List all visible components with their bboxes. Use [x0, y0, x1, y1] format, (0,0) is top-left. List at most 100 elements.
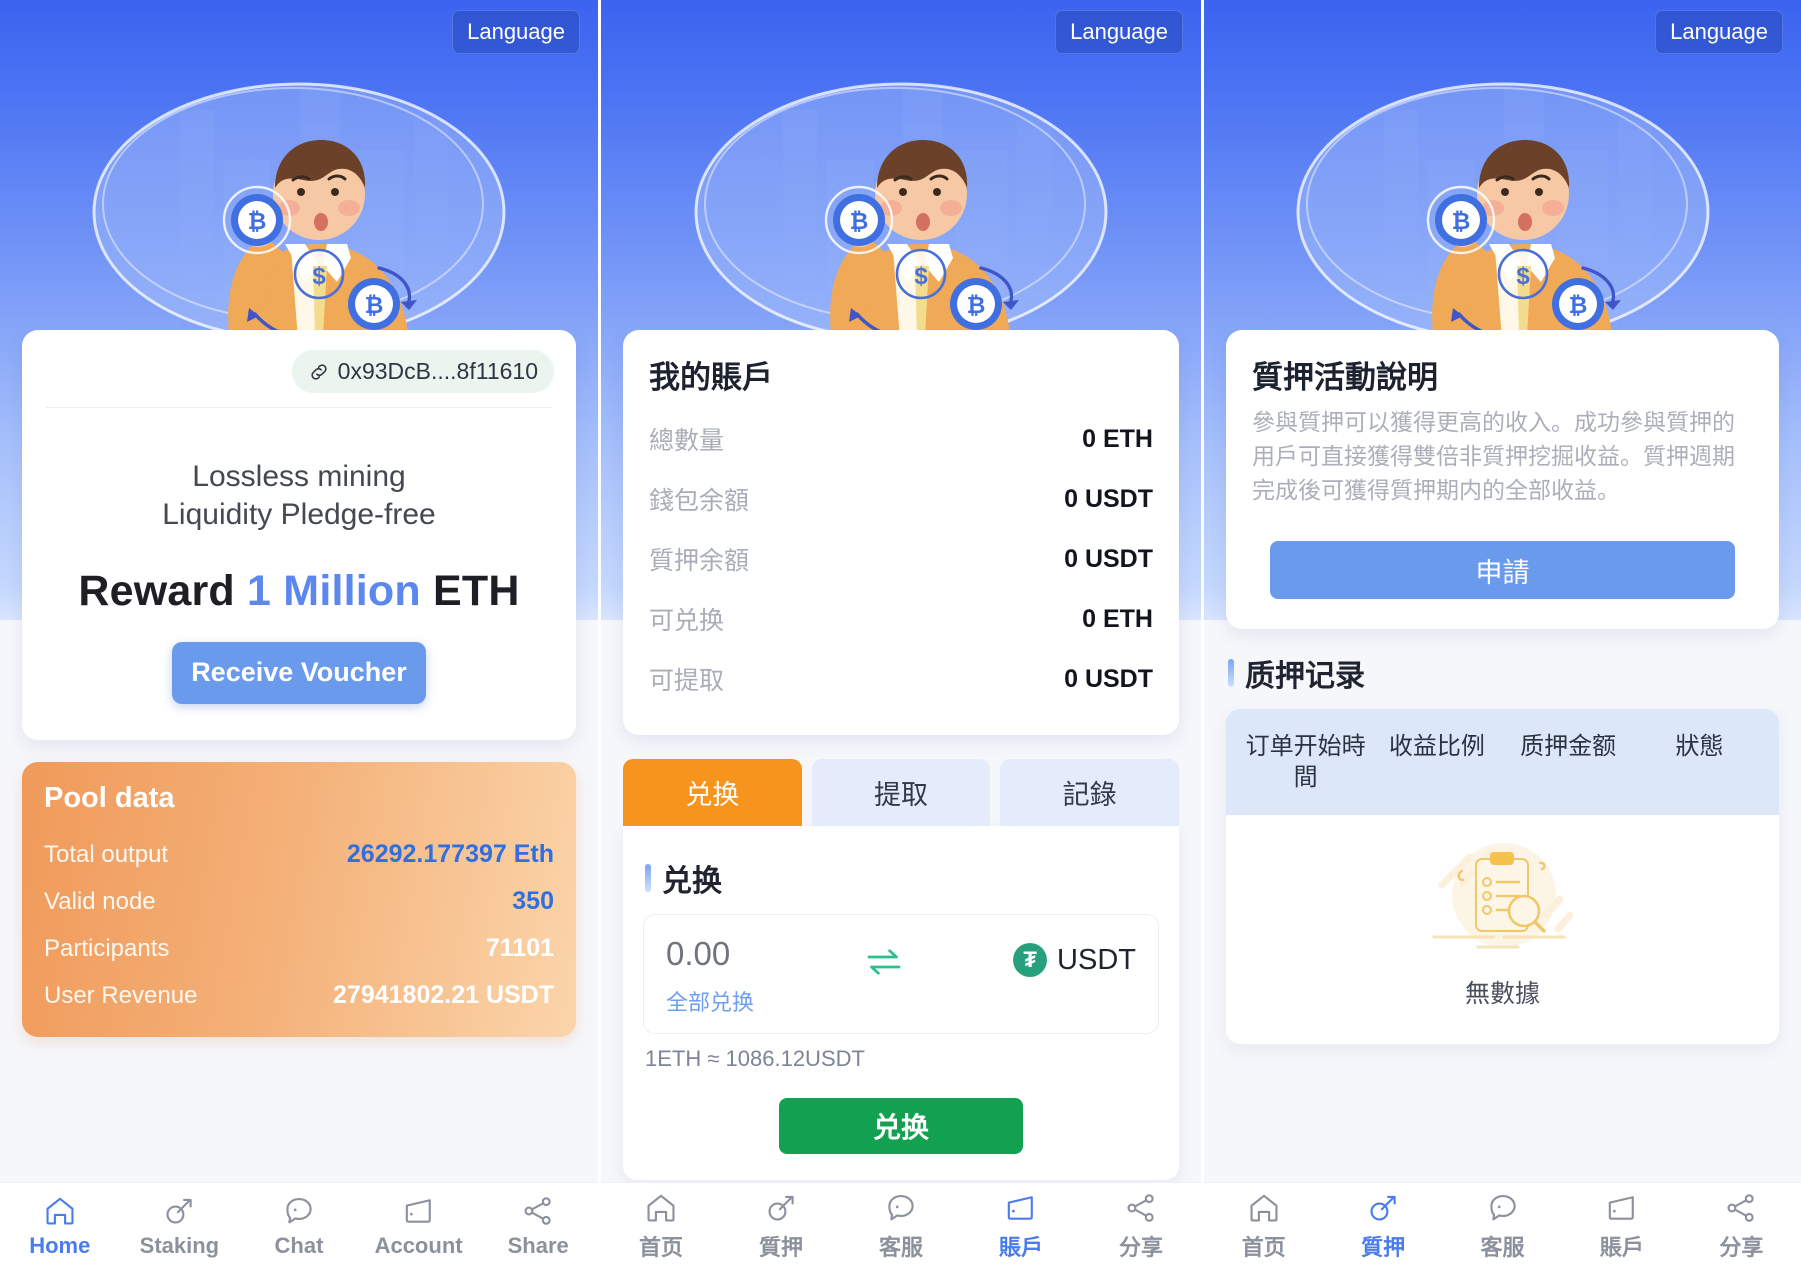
nav-item-chat[interactable]: 客服	[841, 1191, 961, 1262]
wallet-address-badge[interactable]: 0x93DcB....8f11610	[291, 350, 554, 393]
svg-text:₿: ₿	[967, 292, 986, 318]
pool-value: 26292.177397 Eth	[346, 839, 554, 868]
reward-unit: ETH	[433, 566, 520, 615]
column-header-yield-ratio: 收益比例	[1388, 733, 1485, 761]
stake-info-card: 質押活動說明 參與質押可以獲得更高的收入。成功參與質押的用戶可直接獲得雙倍非質押…	[1226, 330, 1779, 630]
records-empty-state: 無數據	[1226, 815, 1779, 1036]
pool-row: User Revenue 27941802.21 USDT	[44, 972, 554, 1019]
nav-item-account[interactable]: 賬戶	[1562, 1191, 1681, 1262]
exchange-amount-input[interactable]: 0.00	[666, 935, 754, 973]
pool-value: 71101	[485, 933, 554, 962]
column-header-status: 狀態	[1675, 733, 1724, 761]
svg-text:₿: ₿	[248, 208, 267, 234]
bottom-navigation: 首页 質押 客服 賬戶 分享	[1204, 1182, 1801, 1270]
nav-label: 賬戶	[1599, 1235, 1644, 1260]
section-title-text: 质押记录	[1245, 660, 1365, 694]
usdt-icon: ₮	[1013, 943, 1048, 977]
account-value: 0 USDT	[1064, 664, 1153, 693]
swap-box: 0.00 全部兑换 ₮ USDT	[643, 914, 1159, 1034]
staking-content: 質押活動說明 參與質押可以獲得更高的收入。成功參與質押的用戶可直接獲得雙倍非質押…	[1204, 330, 1801, 1270]
home-icon	[43, 1194, 77, 1228]
wallet-icon	[402, 1194, 436, 1228]
nav-item-staking[interactable]: Staking	[120, 1194, 240, 1259]
slogan-line-2: Liquidity Pledge-free	[162, 498, 436, 532]
pool-value: 350	[512, 886, 554, 915]
language-button[interactable]: Language	[1655, 10, 1783, 54]
svg-text:₿: ₿	[850, 208, 869, 234]
swap-input-group: 0.00 全部兑换	[666, 935, 754, 1017]
token-selector[interactable]: ₮ USDT	[1013, 935, 1136, 977]
nav-item-staking[interactable]: 質押	[1323, 1191, 1442, 1262]
panel-account: ₿ ₿ $ Language 我的賬戶 總數量 0 ETH 錢包余額 0 USD…	[601, 0, 1201, 1270]
wallet-icon	[1004, 1191, 1038, 1225]
pickaxe-icon	[1366, 1191, 1400, 1225]
home-content: 0x93DcB....8f11610 Lossless mining Liqui…	[0, 330, 598, 1270]
bottom-navigation: Home Staking Chat Account Share	[0, 1182, 598, 1270]
pickaxe-icon	[162, 1194, 196, 1228]
wallet-address-row: 0x93DcB....8f11610	[42, 346, 556, 407]
nav-label: 質押	[758, 1235, 803, 1260]
nav-label: 首页	[638, 1235, 683, 1260]
slogan-line-1: Lossless mining	[192, 460, 406, 493]
tab-exchange[interactable]: 兑换	[623, 759, 802, 826]
nav-item-share[interactable]: Share	[478, 1194, 598, 1259]
token-symbol: USDT	[1057, 943, 1136, 976]
nav-label: Chat	[274, 1233, 324, 1258]
nav-item-share[interactable]: 分享	[1682, 1191, 1801, 1262]
receive-voucher-button[interactable]: Receive Voucher	[172, 641, 426, 704]
records-table-header: 订单开始時間 收益比例 质押金额 狀態	[1226, 709, 1779, 816]
reward-headline: Reward 1 Million ETH	[42, 567, 556, 616]
nav-item-home[interactable]: 首页	[601, 1191, 721, 1262]
stake-info-title: 質押活動說明	[1252, 360, 1438, 395]
nav-label: 分享	[1719, 1235, 1764, 1260]
swap-arrows-icon	[863, 947, 905, 977]
account-label: 錢包余額	[649, 487, 750, 515]
chat-icon	[282, 1194, 316, 1228]
exchange-all-link[interactable]: 全部兑换	[666, 985, 754, 1017]
pool-data-title: Pool data	[44, 781, 175, 814]
account-label: 質押余額	[649, 547, 750, 575]
nav-item-chat[interactable]: 客服	[1443, 1191, 1562, 1262]
account-value: 0 USDT	[1064, 544, 1153, 573]
card-divider	[46, 407, 552, 408]
link-icon	[308, 361, 330, 383]
exchange-submit-button[interactable]: 兑换	[779, 1098, 1023, 1154]
nav-item-account[interactable]: 賬戶	[961, 1191, 1081, 1262]
nav-label: 客服	[878, 1235, 923, 1260]
account-value: 0 ETH	[1082, 424, 1153, 453]
my-account-title: 我的賬戶	[649, 360, 773, 395]
wallet-address-text: 0x93DcB....8f11610	[337, 358, 538, 384]
nav-item-share[interactable]: 分享	[1081, 1191, 1201, 1262]
pool-value: 27941802.21 USDT	[333, 980, 554, 1009]
nav-item-home[interactable]: Home	[0, 1194, 120, 1259]
swap-direction-button[interactable]	[863, 935, 905, 982]
nav-item-home[interactable]: 首页	[1204, 1191, 1323, 1262]
tab-records[interactable]: 記錄	[1000, 759, 1180, 826]
stake-info-body: 參與質押可以獲得更高的收入。成功參與質押的用戶可直接獲得雙倍非質押挖掘收益。質押…	[1252, 409, 1735, 504]
nav-label: Staking	[139, 1233, 220, 1258]
reward-amount: 1 Million	[247, 566, 421, 615]
nav-item-staking[interactable]: 質押	[721, 1191, 841, 1262]
pool-label: Valid node	[44, 887, 156, 915]
section-title-text: 兑换	[662, 865, 722, 898]
tab-withdraw[interactable]: 提取	[811, 759, 991, 826]
language-button[interactable]: Language	[452, 10, 580, 54]
account-row: 錢包余額 0 USDT	[649, 469, 1153, 529]
column-header-stake-amount: 质押金额	[1520, 733, 1617, 761]
slogan: Lossless mining Liquidity Pledge-free	[42, 430, 556, 535]
account-row: 可提取 0 USDT	[649, 649, 1153, 709]
apply-button[interactable]: 申請	[1270, 541, 1735, 600]
panel-staking: ₿ ₿ $ Language 質押活動說明 參與質押可以獲得更高的收入。成功參與…	[1204, 0, 1801, 1270]
language-button[interactable]: Language	[1055, 10, 1183, 54]
no-data-clipboard-icon	[1432, 843, 1573, 949]
nav-label: 質押	[1361, 1235, 1406, 1260]
nav-item-chat[interactable]: Chat	[239, 1194, 359, 1259]
account-row: 總數量 0 ETH	[649, 409, 1153, 469]
share-icon	[521, 1194, 555, 1228]
account-row: 可兑换 0 ETH	[649, 589, 1153, 649]
pool-row: Valid node 350	[44, 878, 554, 925]
svg-text:₿: ₿	[365, 292, 384, 318]
account-tabs: 兑换 提取 記錄	[623, 759, 1180, 826]
nav-item-account[interactable]: Account	[359, 1194, 479, 1259]
pool-label: Total output	[44, 840, 169, 868]
